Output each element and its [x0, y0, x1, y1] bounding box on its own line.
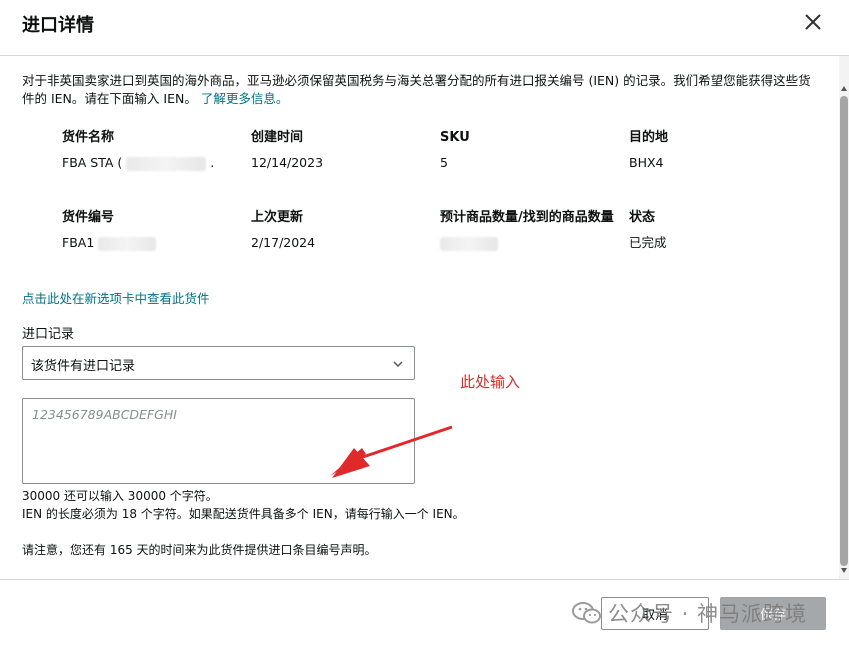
shipment-name-value: FBA STA (	[62, 155, 123, 170]
deadline-note: 请注意，您还有 165 天的时间来为此货件提供进口条目编号声明。	[22, 543, 377, 557]
shipment-id-header: 货件编号	[62, 210, 115, 225]
shipment-name-cell: 货件名称 FBA STA ( .	[62, 128, 214, 172]
dialog-title: 进口详情	[22, 15, 94, 36]
destination-header: 目的地	[629, 130, 669, 145]
created-cell: 创建时间 12/14/2023	[251, 128, 323, 172]
annotation-arrow-icon	[330, 425, 453, 478]
intro-paragraph: 对于非英国卖家进口到英国的海外商品，亚马逊必须保留英国税务与海关总署分配的所有进…	[22, 73, 811, 106]
updated-cell: 上次更新 2/17/2024	[251, 208, 315, 252]
import-details-dialog: 进口详情 对于非英国卖家进口到英国的海外商品，亚马逊必须保留英国税务与海关总署分…	[0, 0, 849, 645]
status-value: 已完成	[629, 235, 667, 250]
cancel-button[interactable]: 取消	[601, 597, 709, 630]
ien-rule-note: IEN 的长度必须为 18 个字符。如果配送货件具备多个 IEN，请每行输入一个…	[22, 507, 465, 521]
import-record-label: 进口记录	[22, 327, 75, 342]
created-header: 创建时间	[251, 130, 304, 145]
shipment-id-value: FBA1	[62, 235, 95, 250]
import-record-selected: 该货件有进口记录	[31, 359, 136, 374]
quantity-header: 预计商品数量/找到的商品数量	[440, 210, 614, 225]
chevron-down-icon	[393, 361, 403, 368]
scroll-up-icon[interactable]	[841, 86, 847, 91]
dialog-body: 对于非英国卖家进口到英国的海外商品，亚马逊必须保留英国税务与海关总署分配的所有进…	[0, 56, 839, 579]
view-shipment-link[interactable]: 点击此处在新选项卡中查看此货件	[22, 288, 210, 307]
destination-cell: 目的地 BHX4	[629, 128, 668, 172]
redacted-block	[126, 156, 207, 171]
intro-text: 对于非英国卖家进口到英国的海外商品，亚马逊必须保留英国税务与海关总署分配的所有进…	[22, 72, 812, 108]
sku-cell: SKU 5	[440, 128, 470, 172]
chars-left-note: 30000 还可以输入 30000 个字符。	[22, 489, 218, 503]
status-cell: 状态 已完成	[629, 208, 667, 252]
dialog-footer: 取消 保存	[0, 579, 849, 645]
redacted-block	[98, 236, 157, 251]
dialog-header: 进口详情	[0, 0, 849, 56]
import-record-select[interactable]: 该货件有进口记录	[22, 346, 415, 380]
created-value: 12/14/2023	[251, 155, 324, 170]
sku-header: SKU	[440, 130, 470, 145]
sku-value: 5	[440, 155, 448, 170]
shipment-name-header: 货件名称	[62, 130, 115, 145]
redacted-block	[440, 236, 498, 251]
save-button[interactable]: 保存	[720, 597, 826, 630]
quantity-cell: 预计商品数量/找到的商品数量	[440, 208, 622, 252]
learn-more-link[interactable]: 了解更多信息。	[201, 91, 289, 106]
close-icon[interactable]	[803, 12, 823, 32]
shipment-name-suffix: .	[210, 155, 215, 170]
shipment-id-cell: 货件编号 FBA1	[62, 208, 157, 252]
scroll-thumb[interactable]	[840, 96, 848, 566]
destination-value: BHX4	[629, 155, 664, 170]
updated-header: 上次更新	[251, 210, 304, 225]
body-scrollbar[interactable]	[839, 56, 849, 579]
scroll-down-icon[interactable]	[841, 568, 847, 573]
updated-value: 2/17/2024	[251, 235, 316, 250]
annotation-text: 此处输入	[460, 373, 521, 391]
status-header: 状态	[629, 210, 656, 225]
